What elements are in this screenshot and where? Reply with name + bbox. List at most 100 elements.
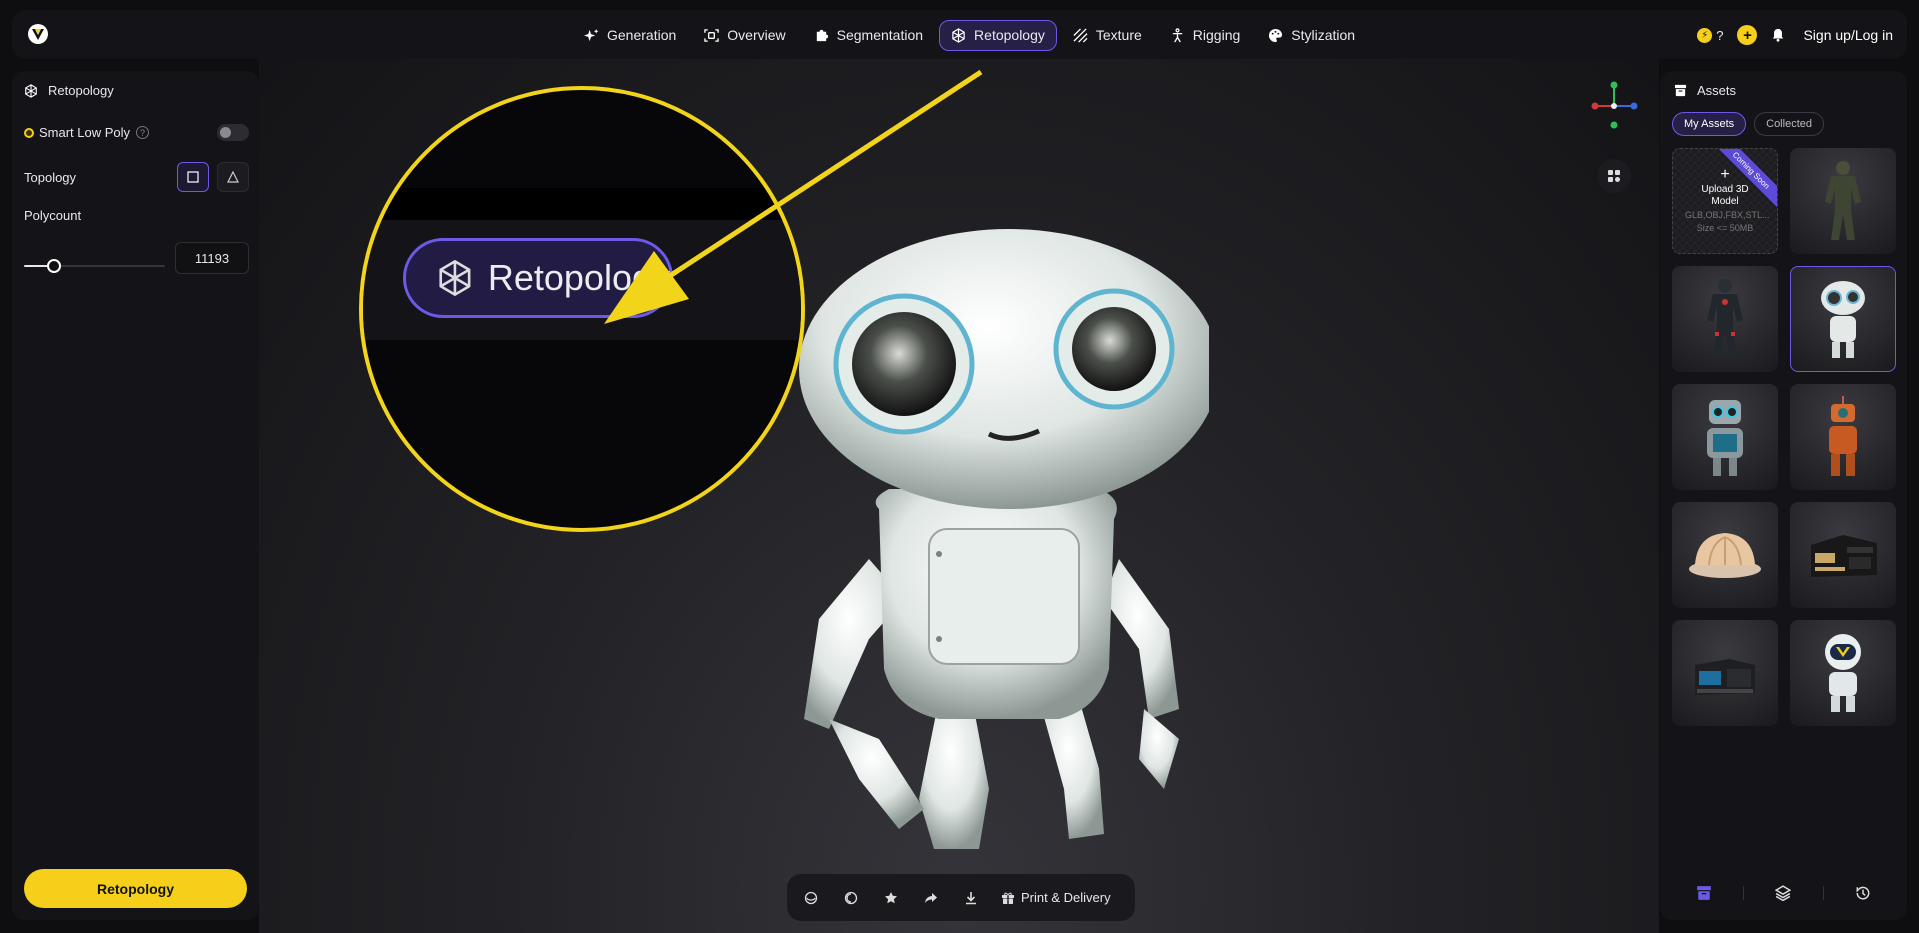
divider (1822, 886, 1824, 900)
nav-stylization-label: Stylization (1291, 27, 1356, 43)
zoom-callout: Retopology (359, 86, 805, 532)
retopology-button[interactable]: Retopology (24, 869, 247, 908)
lightning-coin-icon: ⚡ (1697, 27, 1713, 43)
main-nav: Generation Overview Segmentation Retopol… (572, 19, 1367, 51)
add-credits-button[interactable]: + (1737, 25, 1758, 45)
grid-icon (1608, 170, 1620, 182)
smart-low-poly-label: Smart Low Poly (39, 125, 131, 140)
asset-thumbnail-selected[interactable] (1790, 266, 1896, 372)
astronaut-robot-thumbnail (1825, 634, 1861, 712)
material-button[interactable] (801, 888, 821, 908)
upload-model-card[interactable]: Coming Soon + Upload 3D Model GLB,OBJ,FB… (1672, 148, 1778, 254)
pastry-model-thumbnail (1689, 533, 1761, 578)
nav-texture[interactable]: Texture (1061, 20, 1154, 51)
asset-thumbnail[interactable] (1790, 620, 1896, 726)
assets-title-label: Assets (1697, 83, 1737, 98)
blue-robot-thumbnail (1707, 400, 1743, 476)
topology-row: Topology (24, 162, 249, 192)
palette-icon (1269, 28, 1283, 42)
nav-segmentation-label: Segmentation (836, 27, 924, 43)
asset-thumbnail[interactable] (1790, 384, 1896, 490)
bell-icon[interactable] (1771, 28, 1785, 42)
nav-rigging-label: Rigging (1192, 27, 1241, 43)
hatch-icon (1073, 27, 1088, 43)
smart-low-poly-row: Smart Low Poly ? (24, 124, 249, 141)
app: Generation Overview Segmentation Retopol… (0, 0, 1919, 933)
view-settings-button[interactable] (1597, 159, 1631, 193)
favorite-button[interactable] (881, 888, 901, 908)
scan-icon (704, 28, 719, 42)
logo-icon[interactable] (26, 22, 50, 46)
download-icon (966, 891, 976, 904)
coin-icon (24, 127, 34, 138)
nav-retopology[interactable]: Retopology (939, 19, 1057, 51)
nav-overview-label: Overview (727, 27, 786, 43)
hexagon-mesh-icon (25, 83, 37, 98)
asset-thumbnail[interactable] (1672, 620, 1778, 726)
viewport-toolbar: Print & Delivery (787, 874, 1135, 921)
nav-retopology-label: Retopology (974, 27, 1045, 43)
upload-formats: GLB,OBJ,FBX,STL... (1685, 210, 1770, 220)
tab-collected[interactable]: Collected (1754, 112, 1824, 136)
signin-link[interactable]: Sign up/Log in (1803, 27, 1893, 43)
right-panel: Assets My Assets Collected Coming Soon +… (1660, 71, 1907, 920)
nav-stylization[interactable]: Stylization (1256, 20, 1367, 51)
upload-label: Upload 3D Model (1701, 184, 1749, 207)
left-panel: Retopology Smart Low Poly ? Topology Pol… (12, 71, 259, 920)
asset-thumbnail[interactable] (1672, 384, 1778, 490)
layers-icon[interactable] (1775, 885, 1792, 901)
gift-icon (1002, 892, 1014, 904)
asset-thumbnail[interactable] (1790, 148, 1896, 254)
figure-icon (1172, 27, 1182, 42)
triangle-topology-button[interactable] (217, 162, 249, 192)
axis-gizmo[interactable] (1587, 79, 1641, 133)
share-arrow-icon (925, 892, 937, 903)
sphere-icon (804, 891, 818, 904)
white-robot-thumbnail (1821, 281, 1865, 358)
share-button[interactable] (921, 888, 941, 908)
polycount-label: Polycount (24, 208, 82, 223)
divider (1743, 886, 1745, 900)
archive-icon[interactable] (1696, 885, 1712, 901)
lighting-button[interactable] (841, 888, 861, 908)
quad-topology-button[interactable] (177, 162, 209, 192)
soldier-model-thumbnail (1825, 161, 1861, 240)
sparkle-icon (584, 28, 599, 41)
history-icon[interactable] (1855, 885, 1871, 901)
asset-grid: Coming Soon + Upload 3D Model GLB,OBJ,FB… (1672, 148, 1896, 726)
house-model-thumbnail (1695, 659, 1755, 695)
asset-thumbnail[interactable] (1790, 502, 1896, 608)
polycount-slider[interactable] (24, 256, 165, 276)
nav-rigging[interactable]: Rigging (1158, 20, 1252, 51)
upload-size: Size <= 50MB (1696, 223, 1754, 233)
top-right-actions: ⚡ ? + Sign up/Log in (1697, 19, 1893, 51)
hexagon-mesh-icon (952, 27, 965, 43)
3d-viewport[interactable]: Retopology Print & Delivery (259, 59, 1659, 933)
panel-title: Retopology (24, 83, 114, 98)
smart-low-poly-toggle[interactable] (217, 124, 249, 141)
asset-thumbnail[interactable] (1672, 266, 1778, 372)
polycount-input[interactable]: 11193 (175, 242, 249, 274)
hexagon-mesh-icon (439, 259, 471, 297)
asset-thumbnail[interactable] (1672, 502, 1778, 608)
armored-model-thumbnail (1707, 279, 1743, 358)
topology-label: Topology (24, 169, 77, 185)
nav-texture-label: Texture (1095, 27, 1142, 43)
download-button[interactable] (961, 888, 981, 908)
credits-display[interactable]: ⚡ ? (1697, 27, 1723, 43)
zoomed-retopology-tab: Retopology (403, 238, 673, 318)
help-icon[interactable]: ? (136, 126, 150, 139)
archive-icon (1674, 84, 1687, 97)
slider-thumb[interactable] (47, 259, 61, 273)
zoomed-retopology-label: Retopology (487, 257, 670, 298)
circle-icon (844, 891, 858, 904)
top-bar: Generation Overview Segmentation Retopol… (12, 10, 1907, 59)
tab-my-assets[interactable]: My Assets (1672, 112, 1747, 136)
nav-generation[interactable]: Generation (572, 20, 688, 51)
triangle-icon (227, 171, 239, 183)
nav-segmentation[interactable]: Segmentation (802, 20, 935, 51)
zoom-band-dark (363, 188, 801, 220)
nav-overview[interactable]: Overview (692, 20, 797, 51)
assets-tabs: My Assets Collected (1672, 112, 1824, 136)
print-delivery-button[interactable]: Print & Delivery (1001, 890, 1111, 905)
